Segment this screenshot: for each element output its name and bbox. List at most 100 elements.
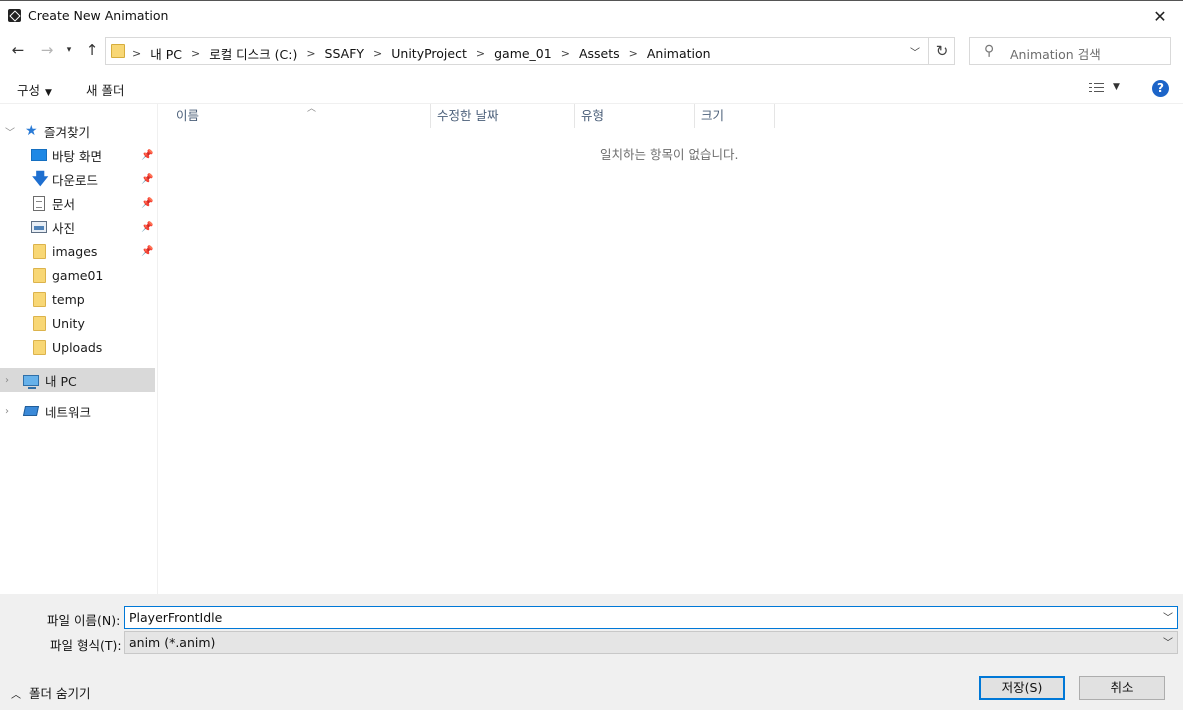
- nav-label: images: [52, 243, 98, 259]
- breadcrumb-item[interactable]: Animation: [647, 46, 711, 61]
- breadcrumb-item[interactable]: 로컬 디스크 (C:): [209, 44, 297, 63]
- address-bar[interactable]: > 내 PC > 로컬 디스크 (C:) > SSAFY > UnityProj…: [105, 37, 955, 65]
- chevron-up-icon: ︿: [11, 690, 21, 701]
- breadcrumb-separator-icon[interactable]: >: [561, 47, 570, 60]
- nav-item-pictures[interactable]: 사진 📌: [0, 215, 155, 239]
- folder-icon: [33, 291, 46, 307]
- window-title: Create New Animation: [28, 8, 169, 23]
- view-dropdown-caret-icon[interactable]: ▼: [1113, 82, 1120, 92]
- chevron-down-icon: ▾: [66, 45, 72, 55]
- column-header-date-modified[interactable]: 수정한 날짜: [431, 104, 575, 128]
- address-history-dropdown[interactable]: ﹀: [903, 38, 927, 64]
- hide-folders-label: 폴더 숨기기: [29, 686, 91, 701]
- nav-item-unity[interactable]: Unity: [0, 311, 155, 335]
- filetype-select[interactable]: anim (*.anim) ﹀: [124, 631, 1178, 654]
- desktop-icon: [31, 149, 47, 161]
- title-bar: Create New Animation ✕: [0, 0, 1183, 31]
- nav-item-documents[interactable]: 문서 📌: [0, 191, 155, 215]
- pin-icon: 📌: [141, 149, 154, 161]
- nav-label: Uploads: [52, 339, 103, 355]
- nav-label: 네트워크: [45, 404, 92, 420]
- nav-label: 즐겨찾기: [44, 124, 91, 140]
- folder-icon: [111, 44, 125, 58]
- nav-item-network[interactable]: › 네트워크: [0, 399, 155, 423]
- nav-label: 다운로드: [52, 172, 99, 188]
- refresh-icon: ↻: [935, 42, 949, 60]
- help-icon[interactable]: ?: [1152, 80, 1169, 97]
- filetype-label: 파일 형식(T):: [50, 638, 122, 653]
- nav-item-temp[interactable]: temp: [0, 287, 155, 311]
- filename-value: PlayerFrontIdle: [129, 610, 223, 625]
- pin-icon: 📌: [141, 245, 154, 257]
- folder-icon: [33, 339, 46, 355]
- view-options-icon[interactable]: [1089, 82, 1105, 94]
- save-button[interactable]: 저장(S): [979, 676, 1065, 700]
- up-arrow-icon: ↑: [85, 41, 99, 59]
- organize-button[interactable]: 구성 ▼: [17, 80, 52, 99]
- breadcrumb-separator-icon[interactable]: >: [132, 47, 141, 60]
- breadcrumb-item[interactable]: Assets: [579, 46, 620, 61]
- filetype-value: anim (*.anim): [129, 635, 216, 650]
- column-header-name[interactable]: ︿ 이름: [170, 104, 431, 128]
- nav-label: temp: [52, 291, 85, 307]
- new-folder-button[interactable]: 새 폴더: [86, 80, 124, 99]
- nav-item-this-pc[interactable]: › 내 PC: [0, 368, 155, 392]
- network-icon: [22, 406, 40, 416]
- command-toolbar: 구성 ▼ 새 폴더 ▼: [0, 72, 1183, 104]
- pictures-icon: [31, 221, 47, 233]
- nav-label: 문서: [52, 196, 76, 212]
- caret-down-icon: ▼: [45, 88, 52, 98]
- breadcrumb-item[interactable]: SSAFY: [325, 46, 364, 61]
- pin-icon: 📌: [141, 221, 154, 233]
- file-list-header: ︿ 이름 수정한 날짜 유형 크기: [158, 104, 1183, 128]
- expand-chevron-icon[interactable]: ﹀: [5, 124, 15, 139]
- back-button[interactable]: ←: [7, 39, 29, 61]
- hide-folders-button[interactable]: ︿ 폴더 숨기기: [11, 683, 90, 702]
- nav-item-uploads[interactable]: Uploads: [0, 335, 155, 359]
- recent-locations-button[interactable]: ▾: [62, 39, 76, 61]
- folder-icon: [33, 315, 46, 331]
- document-icon: [33, 195, 45, 211]
- refresh-button[interactable]: ↻: [928, 38, 955, 64]
- close-button[interactable]: ✕: [1137, 1, 1183, 31]
- search-icon: ⚲: [984, 43, 995, 59]
- nav-item-desktop[interactable]: 바탕 화면 📌: [0, 143, 155, 167]
- computer-icon: [23, 374, 39, 389]
- chevron-down-icon[interactable]: ﹀: [1163, 608, 1173, 629]
- nav-item-images[interactable]: images 📌: [0, 239, 155, 263]
- nav-label: 사진: [52, 220, 76, 236]
- forward-button[interactable]: →: [36, 39, 58, 61]
- nav-label: Unity: [52, 315, 85, 331]
- up-button[interactable]: ↑: [81, 39, 103, 61]
- breadcrumb-item[interactable]: 내 PC: [150, 44, 182, 63]
- nav-item-downloads[interactable]: 🡇 다운로드 📌: [0, 167, 155, 191]
- star-icon: ★: [25, 123, 38, 139]
- forward-arrow-icon: →: [40, 41, 54, 59]
- nav-label: game01: [52, 267, 104, 283]
- breadcrumb-separator-icon[interactable]: >: [306, 47, 315, 60]
- chevron-down-icon: ﹀: [910, 47, 920, 59]
- filename-field[interactable]: PlayerFrontIdle ﹀: [124, 606, 1178, 629]
- column-header-type[interactable]: 유형: [575, 104, 695, 128]
- breadcrumb-separator-icon[interactable]: >: [476, 47, 485, 60]
- expand-chevron-icon[interactable]: ›: [5, 406, 9, 417]
- breadcrumb-separator-icon[interactable]: >: [191, 47, 200, 60]
- organize-label: 구성: [17, 83, 41, 98]
- breadcrumb-item[interactable]: game_01: [494, 46, 552, 61]
- save-panel: 파일 이름(N): PlayerFrontIdle ﹀ 파일 형식(T): an…: [0, 594, 1183, 710]
- filename-label: 파일 이름(N):: [47, 613, 121, 628]
- download-icon: 🡇: [32, 169, 49, 188]
- nav-item-game01[interactable]: game01: [0, 263, 155, 287]
- search-placeholder: Animation 검색: [1010, 47, 1101, 62]
- chevron-down-icon: ﹀: [1163, 638, 1173, 649]
- expand-chevron-icon[interactable]: ›: [5, 375, 9, 386]
- pin-icon: 📌: [141, 173, 154, 185]
- column-header-size[interactable]: 크기: [695, 104, 775, 128]
- nav-item-quick-access[interactable]: ﹀ ★ 즐겨찾기: [0, 119, 155, 143]
- breadcrumb: > 내 PC > 로컬 디스크 (C:) > SSAFY > UnityProj…: [132, 44, 720, 63]
- search-input[interactable]: ⚲ Animation 검색: [969, 37, 1171, 65]
- breadcrumb-separator-icon[interactable]: >: [373, 47, 382, 60]
- breadcrumb-separator-icon[interactable]: >: [629, 47, 638, 60]
- breadcrumb-item[interactable]: UnityProject: [391, 46, 467, 61]
- cancel-button[interactable]: 취소: [1079, 676, 1165, 700]
